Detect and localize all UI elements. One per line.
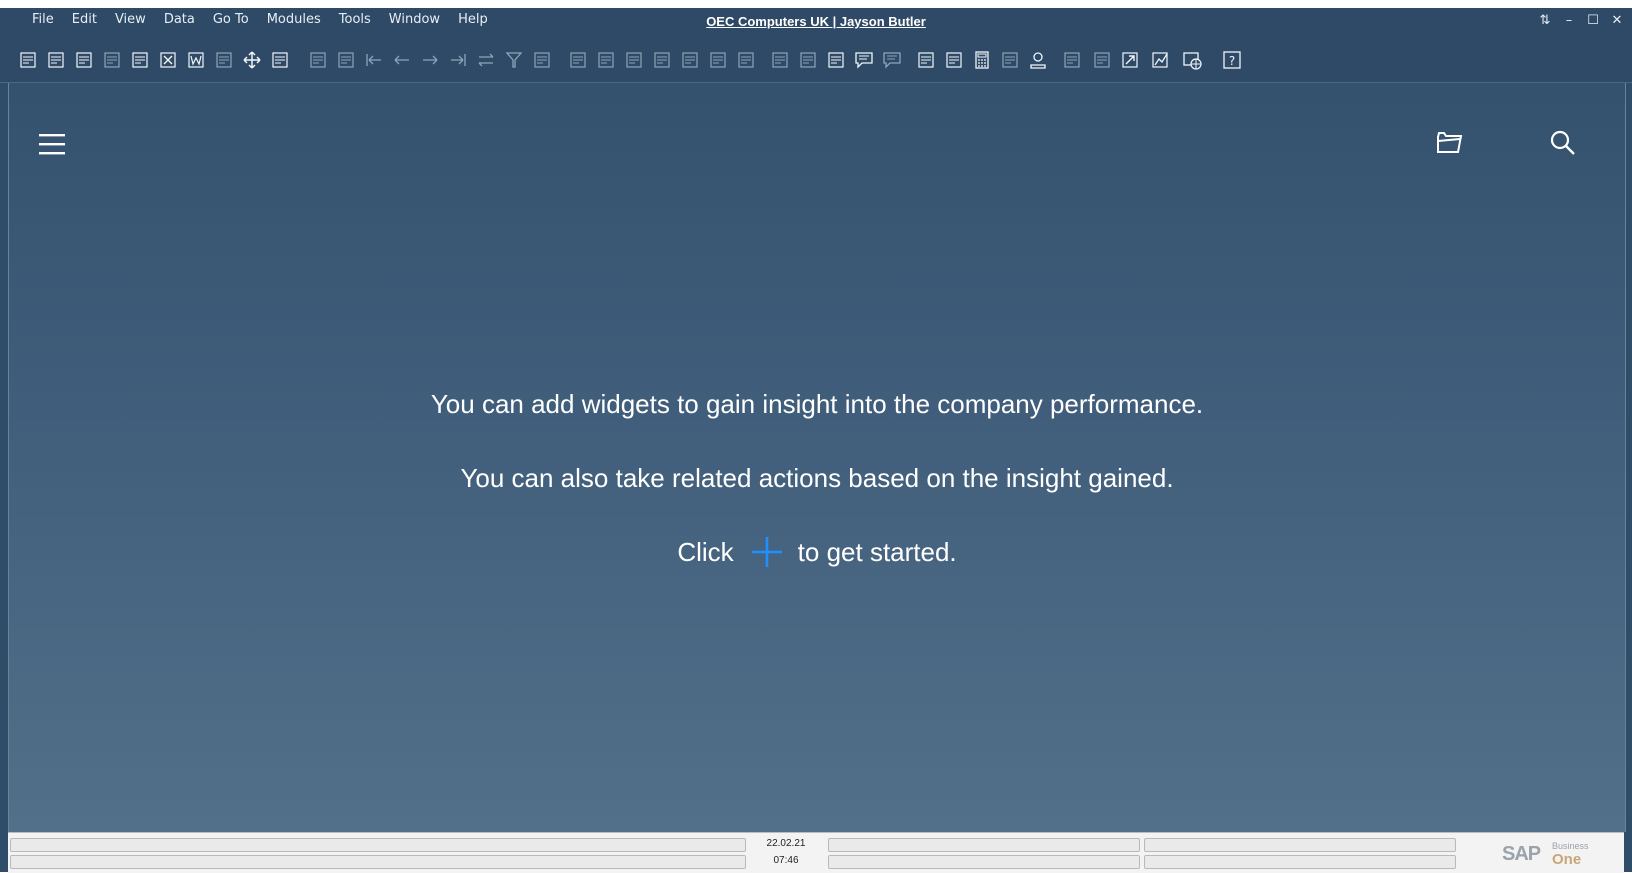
analytics-icon[interactable] bbox=[1149, 49, 1171, 71]
maximize-button[interactable]: ☐ bbox=[1586, 13, 1600, 28]
logo-brand: SAP bbox=[1502, 843, 1541, 865]
next-record-icon[interactable] bbox=[419, 49, 441, 71]
edit-icon[interactable] bbox=[769, 49, 791, 71]
close-button[interactable]: ✕ bbox=[1610, 13, 1624, 28]
refresh-icon[interactable] bbox=[475, 49, 497, 71]
layout-icon[interactable] bbox=[1091, 49, 1113, 71]
last-record-icon[interactable] bbox=[447, 49, 469, 71]
form-settings-icon[interactable] bbox=[797, 49, 819, 71]
info-line-3: Click to get started. bbox=[9, 535, 1625, 569]
window-title: OEC Computers UK | Jayson Butler bbox=[706, 14, 926, 29]
menu-bar: File Edit View Data Go To Modules Tools … bbox=[0, 8, 1632, 38]
target-document-icon[interactable] bbox=[595, 49, 617, 71]
add-icon[interactable] bbox=[335, 49, 357, 71]
drilldown-icon[interactable] bbox=[1119, 49, 1141, 71]
filter-icon[interactable] bbox=[503, 49, 525, 71]
window-controls: ⇅ – ☐ ✕ bbox=[1538, 13, 1624, 28]
status-field bbox=[828, 855, 1140, 869]
sort-icon[interactable] bbox=[531, 49, 553, 71]
fax-icon[interactable] bbox=[129, 49, 151, 71]
send-email-icon[interactable] bbox=[101, 49, 123, 71]
status-field bbox=[1144, 838, 1456, 852]
search-icon[interactable] bbox=[1547, 127, 1579, 159]
export-excel-icon[interactable] bbox=[157, 49, 179, 71]
lock-form-icon[interactable] bbox=[269, 49, 291, 71]
payment-icon[interactable] bbox=[623, 49, 645, 71]
message-icon[interactable] bbox=[853, 49, 875, 71]
status-field bbox=[1144, 855, 1456, 869]
payment-means-icon[interactable] bbox=[651, 49, 673, 71]
add-on-icon[interactable] bbox=[1061, 49, 1083, 71]
status-field bbox=[828, 838, 1140, 852]
status-field bbox=[10, 855, 746, 869]
svg-text:?: ? bbox=[1229, 54, 1235, 68]
status-field bbox=[10, 838, 746, 852]
logo-sub: Business bbox=[1552, 841, 1589, 851]
first-record-icon[interactable] bbox=[363, 49, 385, 71]
export-word-icon[interactable] bbox=[185, 49, 207, 71]
find-icon[interactable] bbox=[307, 49, 329, 71]
calculator-icon[interactable] bbox=[971, 49, 993, 71]
connect-icon[interactable] bbox=[999, 49, 1021, 71]
app-window: File Edit View Data Go To Modules Tools … bbox=[0, 8, 1632, 873]
folder-icon[interactable] bbox=[1433, 127, 1465, 159]
toolbar: ? bbox=[0, 38, 1632, 83]
user-icon[interactable] bbox=[1027, 49, 1049, 71]
restore-order-icon[interactable]: ⇅ bbox=[1538, 13, 1552, 28]
add-widget-plus-icon[interactable] bbox=[750, 535, 784, 569]
status-bar: 22.02.21 07:46 SAP Business One bbox=[8, 832, 1624, 873]
print-layout-icon[interactable] bbox=[73, 49, 95, 71]
print-icon[interactable] bbox=[45, 49, 67, 71]
reports-icon[interactable] bbox=[943, 49, 965, 71]
balance-icon[interactable] bbox=[679, 49, 701, 71]
base-document-icon[interactable] bbox=[567, 49, 589, 71]
hamburger-menu-icon[interactable] bbox=[39, 131, 65, 157]
export-pdf-icon[interactable] bbox=[213, 49, 235, 71]
help-icon[interactable]: ? bbox=[1221, 49, 1243, 71]
web-icon[interactable] bbox=[1181, 49, 1203, 71]
alert-icon[interactable] bbox=[881, 49, 903, 71]
info-line-2: You can also take related actions based … bbox=[460, 463, 1174, 493]
journal-icon[interactable] bbox=[707, 49, 729, 71]
info-line-1: You can add widgets to gain insight into… bbox=[430, 389, 1204, 419]
transactions-icon[interactable] bbox=[735, 49, 757, 71]
status-date: 22.02.21 bbox=[766, 838, 806, 849]
get-started-label: to get started. bbox=[797, 536, 957, 567]
document-settings-icon[interactable] bbox=[825, 49, 847, 71]
sap-business-one-logo: SAP Business One bbox=[1502, 839, 1612, 869]
move-icon[interactable] bbox=[241, 49, 263, 71]
logo-one: One bbox=[1552, 851, 1582, 868]
previous-record-icon[interactable] bbox=[391, 49, 413, 71]
preview-icon[interactable] bbox=[17, 49, 39, 71]
calendar-icon[interactable] bbox=[915, 49, 937, 71]
cockpit-area: You can add widgets to gain insight into… bbox=[8, 83, 1626, 832]
click-label: Click bbox=[677, 536, 734, 567]
minimize-button[interactable]: – bbox=[1562, 13, 1576, 28]
status-time: 07:46 bbox=[773, 855, 799, 866]
